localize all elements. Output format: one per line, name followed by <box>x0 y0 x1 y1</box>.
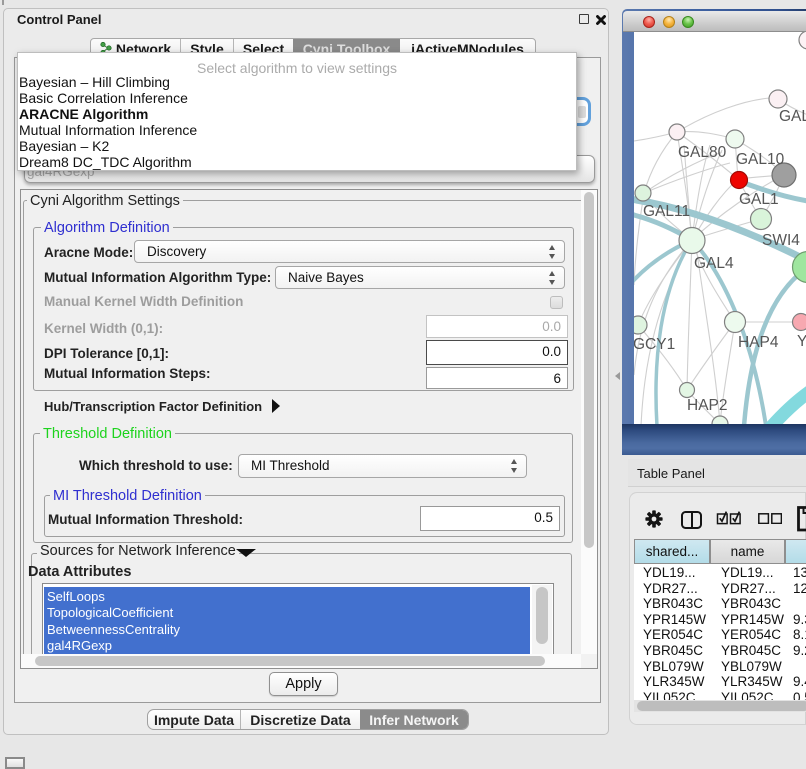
svg-text:SWI4: SWI4 <box>762 232 800 249</box>
svg-text:GAL4: GAL4 <box>694 255 734 272</box>
svg-text:HAP4: HAP4 <box>738 334 779 351</box>
svg-text:GAL7: GAL7 <box>779 108 806 125</box>
svg-text:GAL10: GAL10 <box>736 151 785 168</box>
svg-text:GAL80: GAL80 <box>678 144 727 161</box>
svg-text:HAP2: HAP2 <box>687 397 728 414</box>
svg-text:GCY1: GCY1 <box>634 336 675 353</box>
svg-text:GAL1: GAL1 <box>739 191 779 208</box>
svg-text:YJ: YJ <box>797 333 806 350</box>
svg-text:GAL11: GAL11 <box>643 203 690 220</box>
